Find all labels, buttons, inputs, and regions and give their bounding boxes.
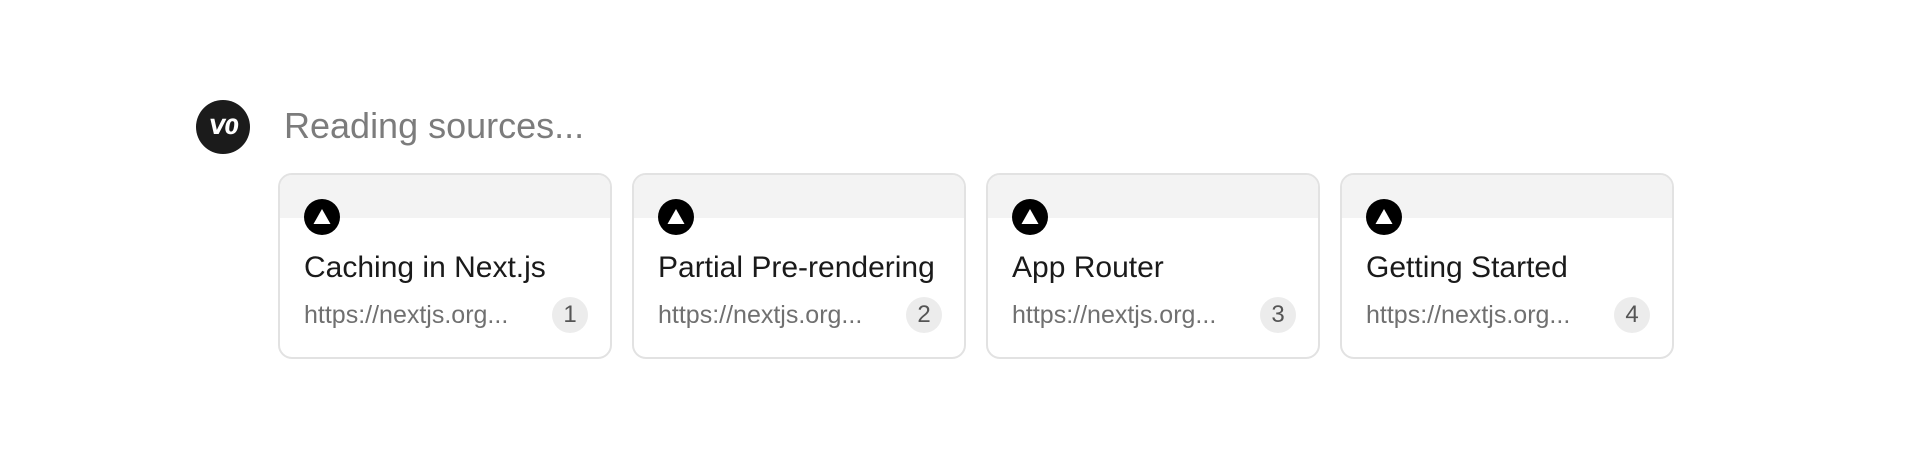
source-index-badge: 3 [1260, 297, 1296, 333]
vercel-triangle-icon [1012, 199, 1048, 235]
source-title: Getting Started [1366, 251, 1568, 284]
source-title: Caching in Next.js [304, 251, 546, 284]
vercel-triangle-icon [1366, 199, 1402, 235]
source-url: https://nextjs.org... [1366, 301, 1571, 329]
source-url: https://nextjs.org... [304, 301, 509, 329]
source-card[interactable]: Caching in Next.js https://nextjs.org...… [278, 173, 612, 359]
source-index-badge: 2 [906, 297, 942, 333]
source-title: App Router [1012, 251, 1164, 284]
v0-logo-icon: V0 [206, 114, 240, 139]
status-text: Reading sources... [284, 105, 585, 146]
source-url: https://nextjs.org... [1012, 301, 1217, 329]
vercel-triangle-icon [658, 199, 694, 235]
source-title: Partial Pre-rendering [658, 251, 935, 284]
vercel-triangle-icon [304, 199, 340, 235]
source-url: https://nextjs.org... [658, 301, 863, 329]
source-card[interactable]: App Router https://nextjs.org... 3 [986, 173, 1320, 359]
source-index-badge: 4 [1614, 297, 1650, 333]
v0-avatar: V0 [196, 100, 250, 154]
source-cards: Caching in Next.js https://nextjs.org...… [278, 173, 1674, 359]
source-card[interactable]: Partial Pre-rendering https://nextjs.org… [632, 173, 966, 359]
sources-panel: V0 Reading sources... Caching in Next.js… [0, 0, 1920, 467]
source-index-badge: 1 [552, 297, 588, 333]
source-card[interactable]: Getting Started https://nextjs.org... 4 [1340, 173, 1674, 359]
